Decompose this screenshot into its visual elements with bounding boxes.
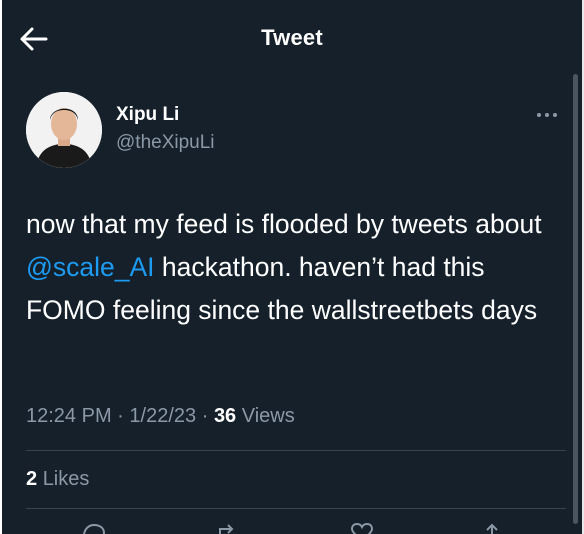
- separator: ·: [117, 405, 124, 427]
- tweet-text: now that my feed is flooded by tweets ab…: [26, 203, 566, 332]
- tweet-time[interactable]: 12:24 PM: [26, 405, 112, 427]
- share-button[interactable]: [478, 522, 506, 534]
- separator: ·: [201, 405, 209, 427]
- tweet-detail-screen: Tweet Xipu Li @theXipuLi now that my fee…: [0, 0, 584, 534]
- tweet-metadata: 12:24 PM · 1/22/23 · 36 Views: [26, 405, 295, 428]
- mention-link[interactable]: @scale_AI: [26, 252, 155, 282]
- like-button[interactable]: [348, 522, 376, 534]
- likes-count: 2: [26, 468, 38, 490]
- author-name[interactable]: Xipu Li: [116, 104, 179, 126]
- tweet-text-start: now that my feed is flooded by tweets ab…: [26, 209, 542, 239]
- author-handle[interactable]: @theXipuLi: [116, 132, 215, 154]
- divider: [26, 450, 566, 451]
- avatar[interactable]: [26, 92, 102, 168]
- top-bar: Tweet: [2, 0, 582, 78]
- like-icon: [350, 522, 374, 534]
- retweet-button[interactable]: [214, 522, 242, 534]
- likes-label: Likes: [42, 468, 90, 490]
- more-options-button[interactable]: [534, 108, 560, 122]
- more-horizontal-icon: [537, 113, 557, 117]
- share-icon: [486, 523, 498, 534]
- tweet-actions: [2, 522, 582, 534]
- retweet-icon: [219, 524, 234, 534]
- reply-icon: [83, 523, 106, 534]
- scrollbar[interactable]: [573, 74, 578, 524]
- tweet-date[interactable]: 1/22/23: [129, 405, 196, 427]
- views-count: 36: [213, 405, 237, 427]
- page-title: Tweet: [261, 25, 323, 50]
- divider: [26, 508, 566, 509]
- profile-photo: [26, 92, 102, 168]
- reply-button[interactable]: [80, 522, 108, 534]
- views-label: Views: [241, 405, 295, 427]
- likes-link[interactable]: 2 Likes: [26, 468, 89, 491]
